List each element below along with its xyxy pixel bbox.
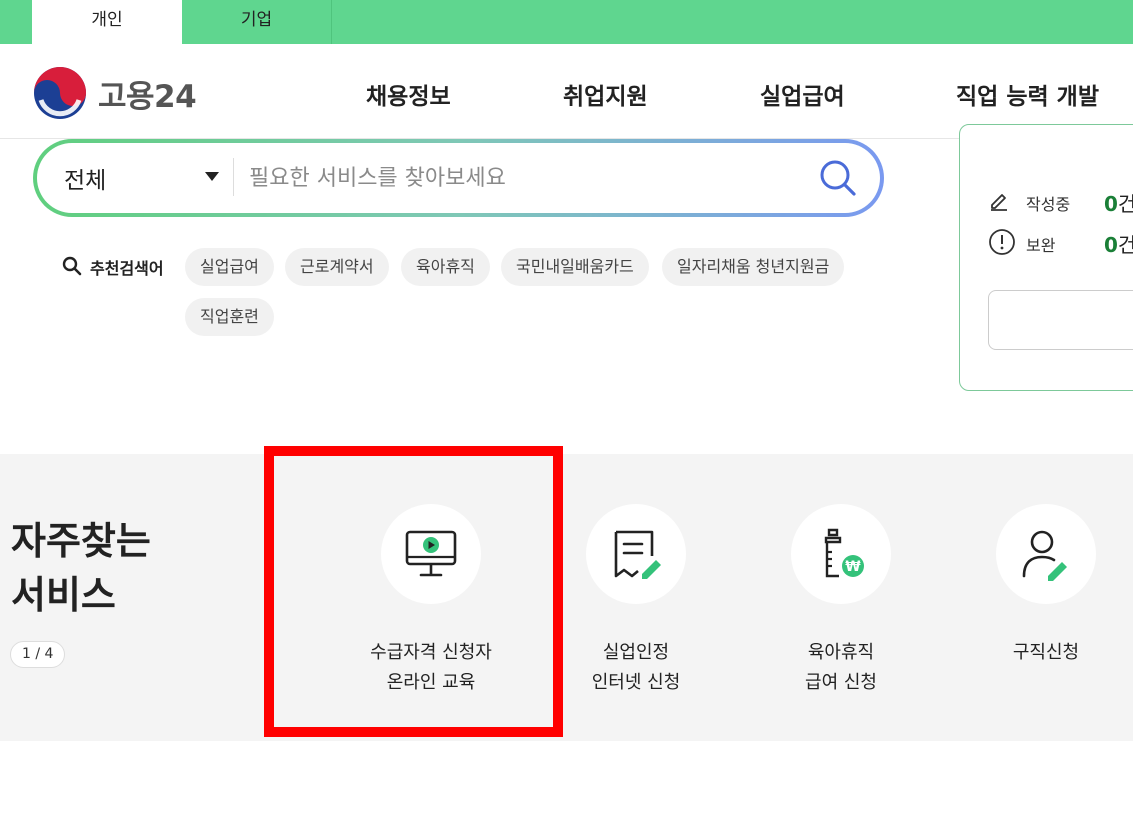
service-label-line1: 구직신청 [1012, 642, 1080, 663]
logo-text[interactable]: 고용24 [98, 71, 197, 116]
search-divider [233, 158, 234, 196]
status-label-supplement: 보완 [1026, 236, 1056, 255]
nav-job-info[interactable]: 채용정보 [366, 77, 451, 111]
document-edit-icon [614, 530, 661, 579]
keyword-chip[interactable]: 국민내일배움카드 [501, 248, 649, 286]
keyword-chip[interactable]: 직업훈련 [185, 298, 274, 336]
keyword-chip[interactable]: 실업급여 [185, 248, 274, 286]
keyword-chip[interactable]: 근로계약서 [285, 248, 389, 286]
nav-unemployment-benefits[interactable]: 실업급여 [760, 77, 845, 111]
keyword-chip[interactable]: 일자리채움 청년지원금 [662, 248, 845, 286]
service-parental-leave-benefit[interactable]: ₩ 육아휴직 급여 신청 [741, 504, 941, 698]
chevron-down-icon[interactable] [205, 172, 219, 181]
status-count-supplement-unit: 건 [1118, 233, 1133, 257]
search-bar: 전체 [33, 139, 884, 217]
status-count-drafting-unit: 건 [1118, 192, 1133, 216]
nav-employment-support[interactable]: 취업지원 [563, 77, 648, 111]
status-panel-button[interactable] [988, 290, 1133, 350]
service-label: 육아휴직 급여 신청 [741, 638, 941, 698]
favorite-services-title-line2: 서비스 [11, 573, 116, 617]
status-panel: 작성중 0건 보완 0건 [959, 124, 1133, 391]
taegeuk-logo-icon[interactable] [33, 66, 87, 120]
status-count-supplement-value: 0 [1104, 233, 1118, 257]
status-count-drafting[interactable]: 0건 [1104, 188, 1133, 217]
tab-business[interactable]: 기업 [182, 0, 332, 44]
pencil-icon [991, 194, 1007, 211]
service-icon-circle [996, 504, 1096, 604]
status-label-drafting: 작성중 [1026, 195, 1071, 214]
service-icon-circle [586, 504, 686, 604]
service-job-application[interactable]: 구직신청 [946, 504, 1133, 668]
search-icon [62, 256, 82, 276]
status-count-drafting-value: 0 [1104, 192, 1118, 216]
baby-bottle-won-icon: ₩ [824, 528, 864, 578]
service-label: 실업인정 인터넷 신청 [536, 638, 736, 698]
svg-text:₩: ₩ [845, 559, 861, 575]
alert-circle-icon [989, 229, 1015, 255]
search-scope-select[interactable]: 전체 [64, 161, 106, 195]
recommended-keywords-label: 추천검색어 [90, 259, 164, 278]
highlight-box [264, 446, 563, 737]
service-label-line2: 인터넷 신청 [591, 672, 681, 693]
tab-personal[interactable]: 개인 [32, 0, 182, 44]
top-tab-bar: 개인 기업 [0, 0, 1133, 44]
service-label-line1: 실업인정 [602, 642, 670, 663]
nav-vocational-training[interactable]: 직업 능력 개발 [956, 77, 1099, 111]
carousel-pager: 1 / 4 [10, 641, 66, 668]
service-icon-circle: ₩ [791, 504, 891, 604]
favorite-services-title-line1: 자주찾는 [11, 519, 151, 563]
status-count-supplement[interactable]: 0건 [1104, 229, 1133, 258]
service-unemployment-recognition[interactable]: 실업인정 인터넷 신청 [536, 504, 736, 698]
search-icon[interactable] [815, 155, 861, 201]
person-edit-icon [1022, 530, 1067, 581]
search-input[interactable] [249, 155, 789, 201]
service-label-line1: 육아휴직 [807, 642, 875, 663]
service-label-line2: 급여 신청 [805, 672, 877, 693]
favorite-services-section: 자주찾는 서비스 1 / 4 수급자격 신청자 온라인 교육 실업인정 인터넷 … [0, 454, 1133, 741]
keyword-chip[interactable]: 육아휴직 [401, 248, 490, 286]
service-label: 구직신청 [946, 638, 1133, 668]
favorite-services-title: 자주찾는 서비스 [11, 514, 151, 622]
search-bar-inner: 전체 [37, 143, 880, 213]
